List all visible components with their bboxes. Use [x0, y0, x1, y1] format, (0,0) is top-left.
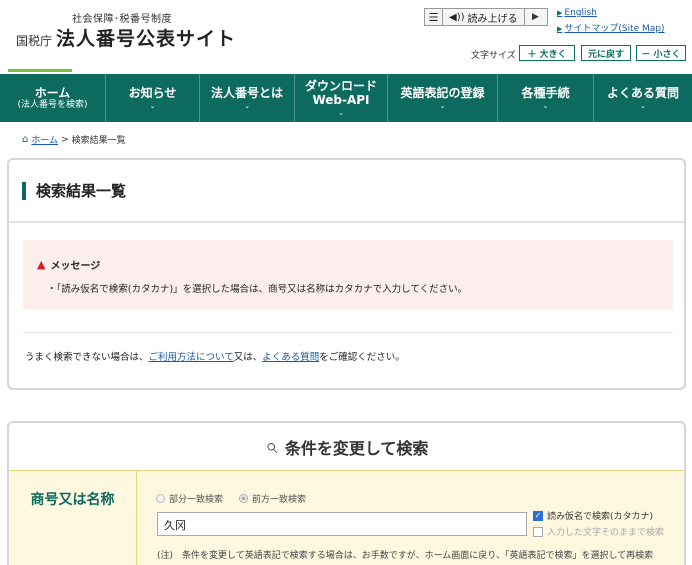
title-accent-bar [22, 182, 26, 200]
font-larger-button[interactable]: ＋大きく [519, 45, 575, 61]
panel-header: 検索結果一覧 [9, 160, 684, 223]
breadcrumb-separator: > [61, 134, 69, 145]
minus-icon: － [641, 49, 651, 60]
help-text: うまく検索できない場合は、ご利用方法について又は、よくある質問をご確認ください。 [25, 352, 405, 363]
site-header: 社会保障･税番号制度 国税庁 法人番号公表サイト ☰ ◀)) 読み上げる ▶ ▶ E… [0, 0, 692, 74]
breadcrumb-current: 検索結果一覧 [71, 136, 126, 146]
font-reset-button[interactable]: 元に戻す [581, 45, 631, 61]
chevron-down-icon: ⌄ [338, 109, 344, 117]
company-name-input[interactable]: 久冈 [157, 512, 527, 536]
search-form: 商号又は名称 部分一致検索 前方一致検索 久冈 ✓ 読み仮名で検索(カタカナ) … [9, 470, 684, 565]
nav-item-news[interactable]: お知らせ ⌄ [106, 74, 200, 122]
chevron-down-icon: ⌄ [149, 102, 156, 110]
speaker-icon: ◀)) [449, 11, 465, 23]
refine-search-header: ⌕ 条件を変更して検索 [9, 423, 684, 470]
logo-subtitle: 社会保障･税番号制度 [72, 14, 172, 25]
search-icon: ⌕ [264, 434, 277, 459]
checkbox-unchecked [533, 526, 543, 537]
radio-prefix-match[interactable]: 前方一致検索 [239, 492, 306, 505]
divider [23, 332, 673, 333]
message-box: ▲ メッセージ ・「読み仮名で検索(カタカナ)」を選択した場合は、商号又は名称は… [23, 240, 673, 309]
search-note: (注) 条件を変更して英語表記で検索する場合は、お手数ですが、ホーム画面に戻り、… [157, 551, 654, 561]
name-field-label: 商号又は名称 [9, 471, 137, 565]
chevron-down-icon: ⌄ [640, 102, 646, 110]
refine-search-title: 条件を変更して検索 [284, 438, 429, 458]
tts-read-label: 読み上げる [467, 13, 518, 25]
radio-button [239, 494, 249, 503]
nav-item-faq[interactable]: よくある質問 ⌄ [594, 74, 692, 122]
font-smaller-button[interactable]: －小さく [636, 45, 686, 61]
font-size-label: 文字サイズ [471, 51, 516, 61]
radio-button [156, 494, 165, 503]
usage-guide-link[interactable]: ご利用方法について [149, 352, 234, 363]
logo-title: 法人番号公表サイト [56, 28, 237, 50]
checkbox-exact-input-search[interactable]: 入力した文字そのままで検索 [533, 525, 664, 538]
nav-item-english-registration[interactable]: 英語表記の登録 ⌄ [388, 74, 498, 122]
home-icon: ⌂ [22, 134, 29, 145]
nav-item-about[interactable]: 法人番号とは ⌄ [200, 74, 295, 122]
logo-agency: 国税庁 [16, 34, 53, 48]
site-logo[interactable]: 国税庁 法人番号公表サイト [16, 24, 236, 51]
page-title: 検索結果一覧 [36, 182, 127, 200]
checkbox-kana-search[interactable]: ✓ 読み仮名で検索(カタカナ) [533, 509, 653, 522]
nav-item-download[interactable]: ダウンロード Web-API ⌄ [295, 74, 388, 122]
search-results-panel: 検索結果一覧 ▲ メッセージ ・「読み仮名で検索(カタカナ)」を選択した場合は、… [7, 158, 686, 390]
nav-item-home[interactable]: ホーム (法人番号を検索) [0, 74, 106, 122]
tts-read-button[interactable]: ◀)) 読み上げる [443, 9, 525, 25]
refine-search-panel: ⌕ 条件を変更して検索 商号又は名称 部分一致検索 前方一致検索 久冈 ✓ 読み… [7, 421, 686, 565]
warning-icon: ▲ [37, 258, 46, 271]
english-link[interactable]: ▶ English [557, 8, 597, 18]
menu-icon: ☰ [428, 10, 439, 24]
match-mode-radio-group: 部分一致検索 前方一致検索 [156, 492, 306, 505]
chevron-down-icon: ⌄ [439, 102, 446, 110]
plus-icon: ＋ [527, 49, 537, 60]
chevron-down-icon: ⌄ [244, 102, 250, 110]
radio-partial-match[interactable]: 部分一致検索 [156, 492, 223, 505]
checkbox-checked: ✓ [533, 510, 543, 521]
arrow-right-icon: ▶ [557, 25, 563, 33]
chevron-down-icon: ⌄ [542, 102, 549, 110]
arrow-right-icon: ▶ [557, 9, 563, 17]
nav-item-procedures[interactable]: 各種手続 ⌄ [498, 74, 594, 122]
global-nav: ホーム (法人番号を検索) お知らせ ⌄ 法人番号とは ⌄ ダウンロード Web… [0, 74, 692, 122]
sitemap-link[interactable]: ▶ サイトマップ(Site Map) [557, 21, 665, 34]
text-to-speech-toolbar: ☰ ◀)) 読み上げる ▶ [424, 8, 548, 26]
tts-play-button[interactable]: ▶ [525, 9, 547, 25]
tts-menu-button[interactable]: ☰ [425, 9, 443, 25]
logo-underline [8, 69, 72, 72]
message-heading: ▲ メッセージ [37, 258, 101, 272]
message-text: ・「読み仮名で検索(カタカナ)」を選択した場合は、商号又は名称はカタカナで入力し… [47, 284, 468, 295]
faq-link[interactable]: よくある質問 [262, 352, 319, 363]
breadcrumb: ⌂ ホーム > 検索結果一覧 [22, 133, 126, 146]
breadcrumb-home-link[interactable]: ホーム [31, 133, 58, 146]
play-icon: ▶ [532, 12, 539, 22]
